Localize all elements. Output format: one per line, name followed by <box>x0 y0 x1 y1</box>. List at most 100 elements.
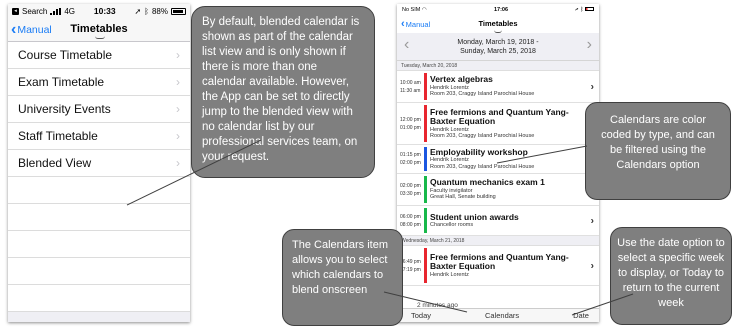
left-phone-screen: ◂ Search 4G 10:33 ➚ ᛒ 88% ‹ Manual Timet… <box>8 4 190 322</box>
event-end: 11:30 am <box>400 87 421 94</box>
network-label: 4G <box>64 6 76 16</box>
event-end: 01:00 pm <box>400 124 421 131</box>
carrier-back-icon: ◂ <box>12 7 19 15</box>
event-title: Free fermions and Quantum Yang-Baxter Eq… <box>430 251 569 272</box>
chevron-right-icon: › <box>176 102 180 116</box>
event-body: Vertex algebras Hendrik Lorentz Room 203… <box>430 71 599 102</box>
chevron-right-icon: › <box>590 215 594 226</box>
wifi-icon: ◠ <box>421 6 427 13</box>
event-end: 07:19 pm <box>400 266 421 273</box>
event-body: Free fermions and Quantum Yang-Baxter Eq… <box>430 103 599 144</box>
list-item-label: Course Timetable <box>18 48 113 62</box>
list-item-label: Staff Timetable <box>18 129 98 143</box>
page-title: Timetables <box>478 19 518 28</box>
right-phone-screen: No SIM ◠ 17:06 ➚ ᛒ ‹ Manual Timetables ‹… <box>397 4 599 322</box>
calendars-button[interactable]: Calendars <box>485 311 519 320</box>
timetable-list: Course Timetable › Exam Timetable › Univ… <box>8 42 190 312</box>
status-time: 10:33 <box>93 6 116 16</box>
event-body: Student union awards Chancellor rooms <box>430 206 599 235</box>
event-row[interactable]: 06:00 pm 08:00 pm Student union awards C… <box>397 206 599 236</box>
list-item-staff-timetable[interactable]: Staff Timetable › <box>8 123 190 150</box>
status-bar: ◂ Search 4G 10:33 ➚ ᛒ 88% <box>8 4 190 18</box>
event-time: 10:00 am 11:30 am <box>397 71 424 102</box>
event-time: 02:00 pm 03:30 pm <box>397 174 424 205</box>
carrier-label: No SIM <box>402 6 421 13</box>
event-title: Quantum mechanics exam 1 <box>430 177 545 188</box>
event-title: Student union awards <box>430 211 519 222</box>
event-row[interactable]: 06:49 pm 07:19 pm Free fermions and Quan… <box>397 246 599 286</box>
event-detail: Room 203, Craggy Island Parochial House <box>430 163 535 170</box>
battery-icon <box>584 7 594 12</box>
calendar-color-bar <box>424 147 427 171</box>
event-start: 01:15 pm <box>400 152 421 158</box>
pull-handle-icon <box>95 36 105 39</box>
empty-row <box>8 285 190 312</box>
chevron-right-icon: › <box>590 260 594 271</box>
list-item-label: Blended View <box>18 156 92 170</box>
carrier-label: Search <box>22 6 48 16</box>
event-start: 10:00 am <box>400 79 421 86</box>
week-range: Monday, March 19, 2018 - Sunday, March 2… <box>457 38 538 56</box>
status-time: 17:06 <box>493 6 509 13</box>
battery-icon <box>171 7 186 15</box>
day-header: Wednesday, March 21, 2018 <box>397 236 599 246</box>
event-time: 01:15 pm 02:00 pm <box>397 145 424 173</box>
calendar-color-bar <box>424 208 427 233</box>
page-title: Timetables <box>70 23 128 35</box>
empty-row <box>8 258 190 285</box>
bottom-toolbar: Today Calendars Date <box>397 308 599 322</box>
list-item-course-timetable[interactable]: Course Timetable › <box>8 42 190 69</box>
event-time: 06:00 pm 08:00 pm <box>397 206 424 235</box>
event-detail: Room 203, Craggy Island Parochial House <box>430 133 535 139</box>
nav-bar: ‹ Manual Timetables <box>397 15 599 33</box>
signal-icon <box>50 7 62 15</box>
list-item-label: Exam Timetable <box>18 75 105 89</box>
event-row[interactable]: 10:00 am 11:30 am Vertex algebras Hendri… <box>397 71 599 103</box>
chevron-right-icon: › <box>176 156 180 170</box>
list-item-label: University Events <box>18 102 111 116</box>
event-start: 12:00 pm <box>400 116 421 123</box>
location-icon: ➚ <box>134 6 142 16</box>
week-range-start: Monday, March 19, 2018 - <box>457 38 539 46</box>
list-item-university-events[interactable]: University Events › <box>8 96 190 123</box>
chevron-right-icon: › <box>176 48 180 62</box>
date-button[interactable]: Date <box>573 311 589 320</box>
event-start: 02:00 pm <box>400 182 421 189</box>
previous-week-icon[interactable]: ‹ <box>404 36 409 54</box>
event-detail: Chancellor rooms <box>430 222 474 228</box>
event-end: 02:00 pm <box>400 160 421 166</box>
event-row[interactable]: 02:00 pm 03:30 pm Quantum mechanics exam… <box>397 174 599 206</box>
event-body: Employability workshop Hendrik Lorentz R… <box>430 145 599 173</box>
event-title: Vertex algebras <box>430 74 493 85</box>
event-end: 03:30 pm <box>400 190 421 197</box>
empty-row <box>8 231 190 258</box>
event-row[interactable]: 12:00 pm 01:00 pm Free fermions and Quan… <box>397 103 599 145</box>
event-detail: Hendrik Lorentz <box>430 271 469 278</box>
chevron-right-icon: › <box>176 75 180 89</box>
today-button[interactable]: Today <box>411 311 431 320</box>
bluetooth-icon: ᛒ <box>144 6 149 16</box>
list-item-blended-view[interactable]: Blended View › <box>8 150 190 177</box>
event-body: Quantum mechanics exam 1 Faculty invigil… <box>430 174 599 205</box>
callout-date-option: Use the date option to select a specific… <box>610 227 732 325</box>
empty-row <box>8 177 190 204</box>
week-range-end: Sunday, March 25, 2018 <box>460 47 536 55</box>
event-title: Free fermions and Quantum Yang-Baxter Eq… <box>430 106 569 126</box>
location-icon: ➚ <box>575 6 579 13</box>
day-header: Tuesday, March 20, 2018 <box>397 61 599 71</box>
calendar-color-bar <box>424 248 427 283</box>
status-bar: No SIM ◠ 17:06 ➚ ᛒ <box>397 4 599 15</box>
calendar-color-bar <box>424 105 427 142</box>
week-selector: ‹ Monday, March 19, 2018 - Sunday, March… <box>397 33 599 61</box>
event-time: 12:00 pm 01:00 pm <box>397 103 424 144</box>
chevron-right-icon: › <box>176 129 180 143</box>
callout-color-coding: Calendars are color coded by type, and c… <box>585 102 731 200</box>
next-week-icon[interactable]: › <box>587 36 592 54</box>
bluetooth-icon: ᛒ <box>580 6 584 13</box>
event-body: Free fermions and Quantum Yang-Baxter Eq… <box>430 246 599 285</box>
event-row[interactable]: 01:15 pm 02:00 pm Employability workshop… <box>397 145 599 174</box>
list-item-exam-timetable[interactable]: Exam Timetable › <box>8 69 190 96</box>
empty-row <box>8 204 190 231</box>
event-start: 06:49 pm <box>400 258 421 265</box>
nav-bar: ‹ Manual Timetables <box>8 18 190 42</box>
